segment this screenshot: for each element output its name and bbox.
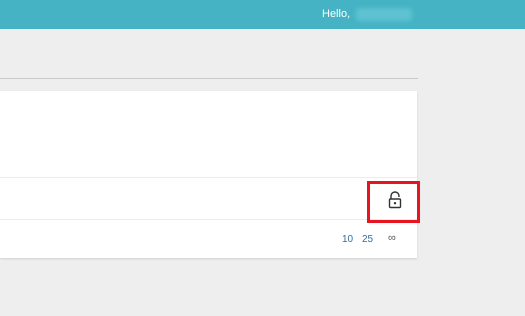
username-redacted	[356, 8, 412, 21]
page-size-10-link[interactable]: 10	[342, 234, 353, 245]
lock-toggle-button[interactable]	[387, 191, 403, 209]
top-navbar: Hello,	[0, 0, 525, 29]
section-divider	[0, 78, 418, 79]
page-size-25-link[interactable]: 25	[362, 234, 373, 245]
page-size-all-link[interactable]: ∞	[388, 232, 396, 244]
table-footer-separator	[0, 219, 417, 220]
unlocked-padlock-icon	[388, 191, 402, 209]
table-header-separator	[0, 177, 417, 178]
table-card	[0, 91, 417, 258]
user-greeting: Hello,	[322, 8, 351, 20]
